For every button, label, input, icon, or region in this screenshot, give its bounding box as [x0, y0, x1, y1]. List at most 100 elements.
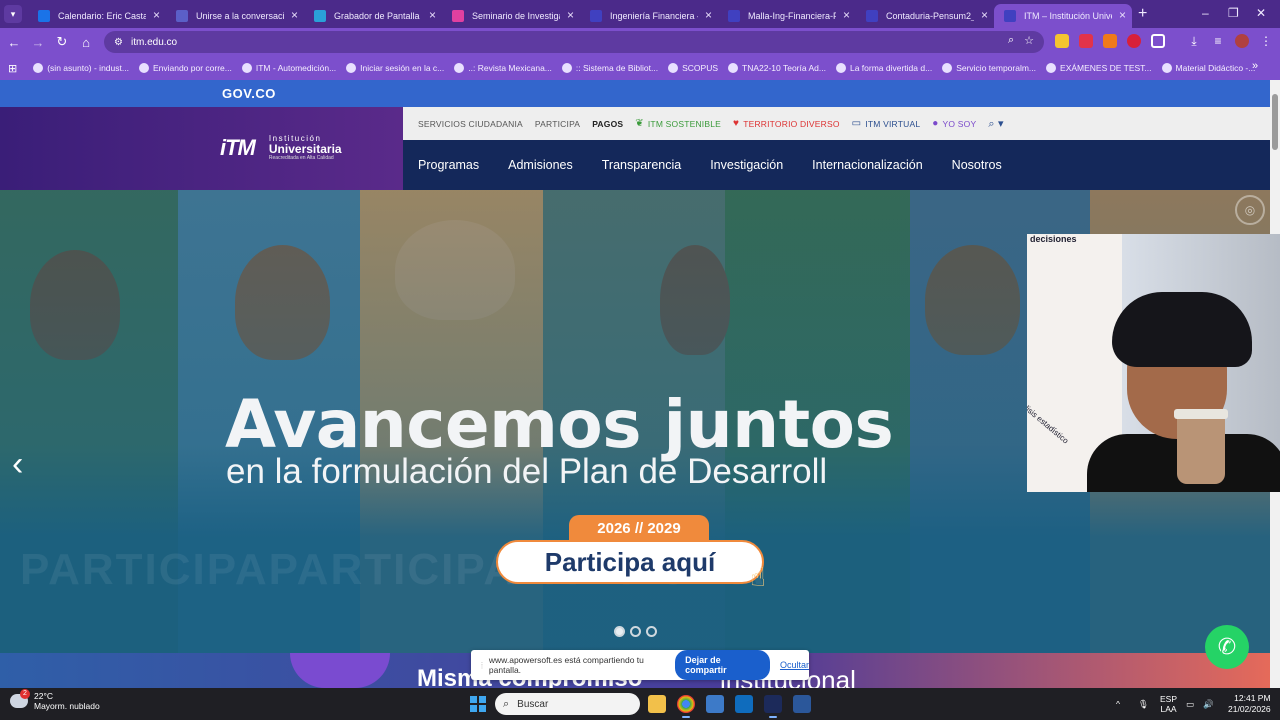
bookmark-favicon-icon: [454, 63, 465, 73]
browser-tab[interactable]: Grabador de Pantalla ×: [304, 4, 442, 28]
carousel-prev-icon[interactable]: ‹: [12, 445, 23, 484]
carousel-dot[interactable]: [614, 626, 625, 637]
bookmark-item[interactable]: Iniciar sesión en la c...: [346, 63, 444, 73]
tab-close-icon[interactable]: ×: [981, 8, 988, 22]
tab-close-icon[interactable]: ×: [567, 8, 574, 22]
download-icon[interactable]: ⤓: [1187, 34, 1201, 48]
bookmark-favicon-icon: [138, 63, 149, 73]
main-nav-item[interactable]: Internacionalización: [812, 158, 923, 172]
zoom-icon[interactable]: ⌕: [1008, 34, 1014, 47]
stop-sharing-button[interactable]: Dejar de compartir: [675, 650, 770, 680]
top-menu-item[interactable]: ❦ ITM SOSTENIBLE: [635, 118, 721, 129]
tab-close-icon[interactable]: ×: [1119, 8, 1126, 22]
microphone-icon[interactable]: 🎙: [1138, 688, 1149, 720]
brand-area: iTM Institución Universitaria Reacredita…: [0, 107, 403, 190]
file-explorer-icon[interactable]: [648, 695, 666, 713]
reload-button[interactable]: ↻: [50, 34, 74, 50]
accessibility-icon[interactable]: ◎: [1235, 195, 1265, 225]
whatsapp-icon[interactable]: ✆: [1205, 625, 1249, 669]
top-menu-item[interactable]: SERVICIOS CIUDADANIA: [418, 119, 523, 129]
extension-icon[interactable]: [1079, 34, 1093, 48]
tab-favicon-icon: [176, 10, 188, 22]
forward-button[interactable]: →: [26, 35, 50, 50]
gov-logo[interactable]: GOV.CO: [222, 86, 276, 101]
show-hidden-icons[interactable]: ^: [1116, 688, 1120, 720]
profile-avatar[interactable]: [1235, 34, 1249, 48]
home-button[interactable]: ⌂: [74, 35, 98, 50]
network-icon[interactable]: ▭: [1186, 688, 1194, 720]
chrome-icon[interactable]: [677, 695, 695, 718]
minimize-icon[interactable]: –: [1202, 6, 1209, 20]
tab-search-button[interactable]: ▾: [4, 5, 22, 23]
clock[interactable]: 12:41 PM 21/02/2026: [1228, 693, 1271, 715]
start-button[interactable]: [470, 696, 486, 712]
bookmark-item[interactable]: (sin asunto) - indust...: [33, 63, 129, 73]
scrollbar-thumb[interactable]: [1272, 94, 1278, 150]
extension-icon[interactable]: [1055, 34, 1069, 48]
main-nav-item[interactable]: Admisiones: [508, 158, 573, 172]
browser-tab[interactable]: Seminario de Investigació ×: [442, 4, 580, 28]
app-icon[interactable]: [706, 695, 724, 713]
bookmark-item[interactable]: ..: Revista Mexicana...: [454, 63, 552, 73]
media-icon[interactable]: ≡: [1211, 34, 1225, 48]
address-bar[interactable]: ⚙ itm.edu.co ⌕ ☆: [104, 31, 1044, 53]
restore-icon[interactable]: ❐: [1228, 6, 1239, 20]
new-tab-button[interactable]: +: [1138, 5, 1147, 23]
bookmark-item[interactable]: Material Didáctico -...: [1161, 63, 1255, 73]
main-nav-item[interactable]: Investigación: [710, 158, 783, 172]
back-button[interactable]: ←: [2, 35, 26, 50]
bookmark-item[interactable]: SCOPUS: [668, 63, 718, 73]
site-info-icon[interactable]: ⚙: [114, 37, 123, 48]
main-nav-item[interactable]: Transparencia: [602, 158, 681, 172]
browser-tab[interactable]: Ingeniería Financiera – ITM ×: [580, 4, 718, 28]
apps-grid-icon[interactable]: ⊞: [8, 62, 17, 75]
tab-close-icon[interactable]: ×: [843, 8, 850, 22]
tab-close-icon[interactable]: ×: [705, 8, 712, 22]
top-menu-item[interactable]: PAGOS: [592, 119, 623, 129]
bookmark-item[interactable]: La forma divertida d...: [835, 63, 932, 73]
carousel-dot[interactable]: [630, 626, 641, 637]
extension-icon[interactable]: [1103, 34, 1117, 48]
outlook-icon[interactable]: [735, 695, 753, 713]
bookmark-star-icon[interactable]: ☆: [1024, 34, 1034, 47]
bookmark-item[interactable]: Enviando por corre...: [138, 63, 232, 73]
top-menu-item[interactable]: ▭ ITM VIRTUAL: [852, 118, 921, 129]
top-menu-item[interactable]: PARTICIPA: [535, 119, 580, 129]
search-icon[interactable]: ⌕ ▾: [988, 117, 1003, 131]
volume-icon[interactable]: 🔊: [1203, 688, 1214, 720]
browser-tab[interactable]: Contaduria-Pensum2_con ×: [856, 4, 994, 28]
participa-button[interactable]: Participa aquí: [496, 540, 764, 584]
carousel-dot[interactable]: [646, 626, 657, 637]
bookmark-item[interactable]: EXÁMENES DE TEST...: [1046, 63, 1152, 73]
tab-close-icon[interactable]: ×: [291, 8, 298, 22]
browser-tab[interactable]: ITM – Institución Universit ×: [994, 4, 1132, 28]
word-icon[interactable]: [793, 695, 811, 713]
taskbar-search[interactable]: ⌕ Buscar: [495, 693, 640, 715]
extensions-puzzle-icon[interactable]: [1151, 34, 1165, 48]
tab-close-icon[interactable]: ×: [153, 8, 160, 22]
bookmark-item[interactable]: ITM - Automedición...: [241, 63, 336, 73]
top-menu-item[interactable]: ● YO SOY: [932, 118, 976, 129]
bookmark-item[interactable]: Servicio temporalm...: [942, 63, 1036, 73]
itm-app-icon[interactable]: [764, 695, 782, 718]
weather-widget[interactable]: 2 22°C Mayorm. nublado: [10, 689, 100, 711]
itm-logo[interactable]: iTM Institución Universitaria Reacredita…: [220, 134, 342, 161]
top-menu-item[interactable]: ♥ TERRITORIO DIVERSO: [733, 118, 840, 129]
hide-link[interactable]: Ocultar: [780, 660, 809, 670]
drag-handle-icon[interactable]: ⦙: [481, 660, 483, 671]
main-nav: Programas Admisiones Transparencia Investig…: [403, 140, 1270, 190]
logo-line3: Reacreditada en Alta Calidad: [268, 154, 334, 161]
more-bookmarks-icon[interactable]: »: [1252, 60, 1258, 72]
bookmark-item[interactable]: TNA22-10 Teoría Ad...: [728, 63, 826, 73]
tab-close-icon[interactable]: ×: [429, 8, 436, 22]
browser-tab[interactable]: Calendario: Eric Castañeda ×: [28, 4, 166, 28]
main-nav-item[interactable]: Nosotros: [952, 158, 1002, 172]
extension-icon[interactable]: [1127, 34, 1141, 48]
browser-tab[interactable]: Unirse a la conversación ×: [166, 4, 304, 28]
bookmark-item[interactable]: :: Sistema de Bibliot...: [561, 63, 658, 73]
browser-tab[interactable]: Malla-Ing-Financiera-Pens ×: [718, 4, 856, 28]
main-nav-item[interactable]: Programas: [418, 158, 479, 172]
close-window-icon[interactable]: ✕: [1256, 6, 1266, 20]
language-indicator[interactable]: ESP LAA: [1160, 688, 1177, 720]
menu-icon[interactable]: ⋮: [1259, 34, 1273, 48]
